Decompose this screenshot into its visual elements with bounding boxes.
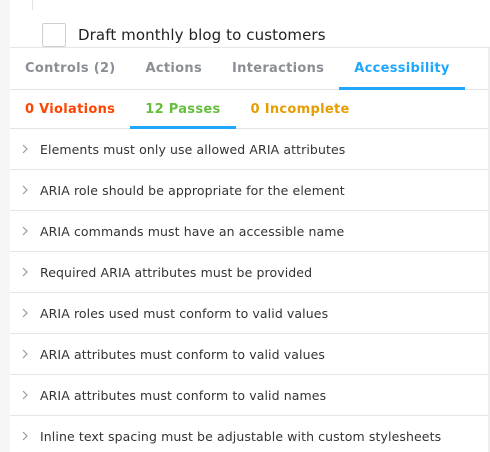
rule-label: ARIA attributes must conform to valid va… — [40, 346, 325, 362]
rule-label: Required ARIA attributes must be provide… — [40, 264, 313, 280]
addon-tabs: Controls (2) Actions Interactions Access… — [10, 48, 490, 90]
rule-item[interactable]: Inline text spacing must be adjustable w… — [10, 416, 490, 452]
addons-panel: Controls (2) Actions Interactions Access… — [10, 48, 490, 452]
rule-label: Elements must only use allowed ARIA attr… — [40, 141, 346, 157]
tab-actions[interactable]: Actions — [131, 48, 217, 89]
rule-label: ARIA commands must have an accessible na… — [40, 223, 345, 239]
component-preview: Draft monthly blog to customers — [10, 0, 490, 48]
rule-item[interactable]: ARIA roles used must conform to valid va… — [10, 293, 490, 334]
rule-item[interactable]: Required ARIA attributes must be provide… — [10, 252, 490, 293]
chevron-right-icon — [22, 144, 28, 154]
rule-label: ARIA role should be appropriate for the … — [40, 182, 345, 198]
rule-list: Elements must only use allowed ARIA attr… — [10, 129, 490, 452]
chevron-right-icon — [22, 431, 28, 441]
chevron-right-icon — [22, 349, 28, 359]
preview-divider — [32, 0, 33, 10]
chevron-right-icon — [22, 267, 28, 277]
tab-violations[interactable]: 0 Violations — [10, 90, 130, 128]
rule-label: ARIA roles used must conform to valid va… — [40, 305, 329, 321]
todo-text: Draft monthly blog to customers — [78, 26, 326, 44]
rule-label: ARIA attributes must conform to valid na… — [40, 387, 327, 403]
rule-item[interactable]: ARIA attributes must conform to valid na… — [10, 375, 490, 416]
tab-controls[interactable]: Controls (2) — [10, 48, 131, 89]
rule-item[interactable]: ARIA attributes must conform to valid va… — [10, 334, 490, 375]
chevron-right-icon — [22, 185, 28, 195]
rule-label: Inline text spacing must be adjustable w… — [40, 428, 442, 444]
tab-interactions[interactable]: Interactions — [217, 48, 339, 89]
a11y-result-tabs: 0 Violations 12 Passes 0 Incomplete — [10, 90, 490, 129]
chevron-right-icon — [22, 226, 28, 236]
chevron-right-icon — [22, 308, 28, 318]
rule-item[interactable]: ARIA role should be appropriate for the … — [10, 170, 490, 211]
tab-accessibility[interactable]: Accessibility — [339, 48, 466, 90]
tab-incomplete[interactable]: 0 Incomplete — [236, 90, 365, 128]
rule-item[interactable]: Elements must only use allowed ARIA attr… — [10, 129, 490, 170]
tab-passes[interactable]: 12 Passes — [130, 90, 236, 129]
rule-item[interactable]: ARIA commands must have an accessible na… — [10, 211, 490, 252]
storybook-page: Draft monthly blog to customers Controls… — [0, 0, 490, 452]
chevron-right-icon — [22, 390, 28, 400]
todo-item[interactable]: Draft monthly blog to customers — [42, 23, 326, 47]
todo-checkbox[interactable] — [42, 23, 66, 47]
